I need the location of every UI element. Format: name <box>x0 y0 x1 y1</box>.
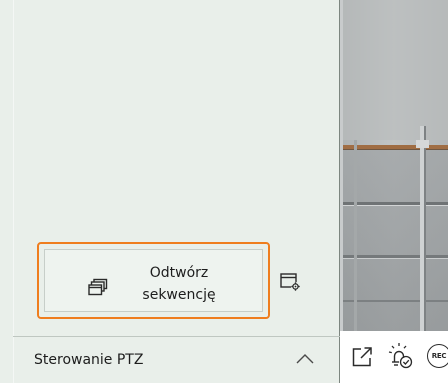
sequence-settings-icon[interactable] <box>280 272 302 292</box>
alarm-check-icon[interactable] <box>387 342 415 370</box>
camera-frame-image <box>340 0 448 331</box>
play-sequence-label-line1: Odtwórz <box>149 265 209 281</box>
chevron-up-icon[interactable] <box>294 349 316 369</box>
record-icon[interactable]: REC <box>427 344 448 370</box>
play-sequence-button[interactable]: Odtwórz sekwencję <box>44 249 263 312</box>
video-toolbar: REC <box>340 331 448 383</box>
sequence-button-focus-outline: Odtwórz sekwencję <box>37 242 270 319</box>
play-sequence-label: Odtwórz sekwencję <box>119 262 239 306</box>
ptz-section-title[interactable]: Sterowanie PTZ <box>34 351 143 369</box>
popout-icon[interactable] <box>351 346 375 368</box>
section-divider <box>13 336 340 337</box>
play-sequence-label-line2: sekwencję <box>142 287 216 303</box>
record-label: REC <box>431 352 447 360</box>
sequence-icon <box>88 278 108 296</box>
panel-border <box>13 0 14 383</box>
camera-video-feed[interactable] <box>340 0 448 331</box>
side-panel: Odtwórz sekwencję Sterowanie PTZ <box>0 0 340 383</box>
